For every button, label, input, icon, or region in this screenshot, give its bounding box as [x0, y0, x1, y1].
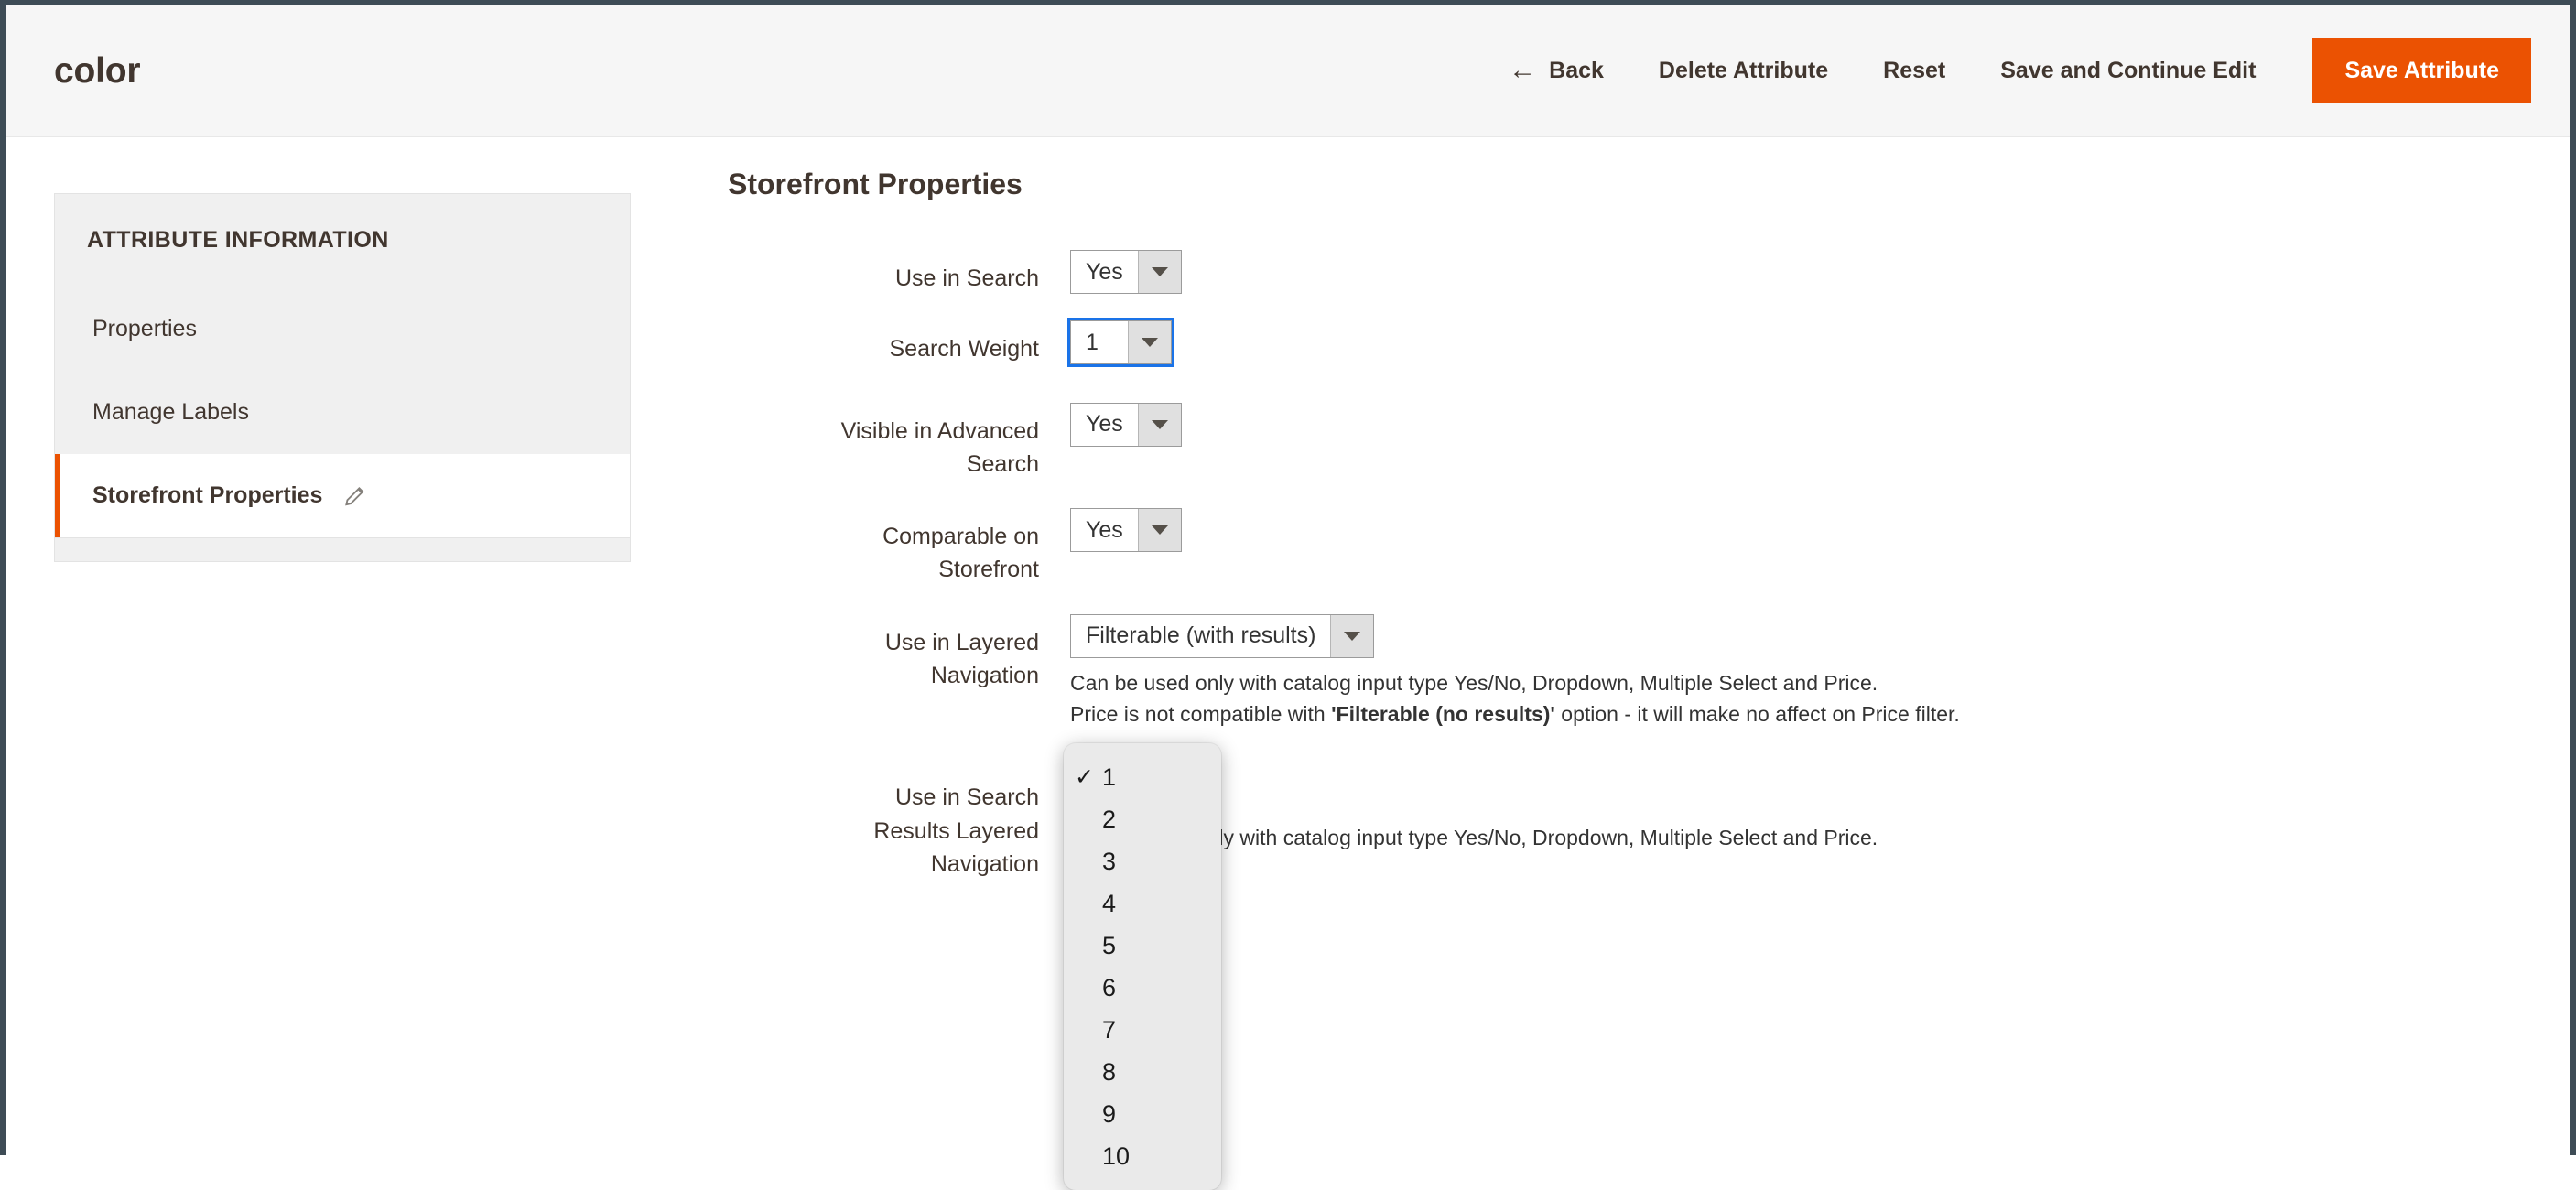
- back-button[interactable]: ← Back: [1498, 45, 1631, 98]
- field-visible-in-advanced-search: Visible in Advanced Search Yes: [728, 402, 2533, 481]
- dropdown-option[interactable]: 7: [1064, 1009, 1221, 1051]
- field-use-in-layered-navigation: Use in Layered Navigation Filterable (wi…: [728, 613, 2533, 731]
- dropdown-option[interactable]: 8: [1064, 1051, 1221, 1093]
- dropdown-option[interactable]: 5: [1064, 925, 1221, 967]
- chevron-down-icon: [1137, 403, 1181, 446]
- page-header: color ← Back Delete Attribute Reset Save…: [6, 5, 2570, 137]
- note-text-bold: 'Filterable (no results)': [1331, 702, 1555, 727]
- chevron-down-icon: [1137, 509, 1181, 551]
- note-text-tail: option - it will make no affect on Price…: [1554, 702, 1960, 727]
- dropdown-option-label: 5: [1102, 931, 1117, 959]
- sidebar-item-label: Storefront Properties: [92, 482, 323, 508]
- section-title: Storefront Properties: [728, 168, 1023, 200]
- page-title: color: [54, 50, 141, 91]
- dropdown-option-label: 2: [1102, 805, 1117, 833]
- field-comparable-on-storefront: Comparable on Storefront Yes: [728, 508, 2533, 587]
- field-label: Search Weight: [889, 336, 1039, 362]
- search-weight-dropdown-list[interactable]: ✓ 1 2 3 4 5 6 7 8 9 10: [1064, 743, 1221, 1190]
- search-weight-select[interactable]: 1: [1067, 318, 1174, 368]
- sidebar-item-label: Properties: [92, 316, 197, 341]
- sidebar-footer: [55, 537, 630, 561]
- chevron-down-icon: [1330, 614, 1374, 657]
- note-text-pre: Price is not compatible with: [1070, 702, 1332, 727]
- content-area: ATTRIBUTE INFORMATION Properties Manage …: [6, 138, 2570, 1190]
- comparable-on-storefront-select[interactable]: Yes: [1070, 508, 1182, 552]
- sidebar-item-label: Manage Labels: [92, 399, 249, 425]
- dropdown-option[interactable]: 6: [1064, 967, 1221, 1009]
- storefront-properties-panel: Storefront Properties Use in Search Yes …: [728, 157, 2533, 888]
- select-value: Yes: [1071, 403, 1138, 446]
- save-attribute-button[interactable]: Save Attribute: [2312, 38, 2531, 103]
- field-search-weight: Search Weight 1: [728, 318, 2533, 368]
- select-value: Yes: [1071, 509, 1138, 551]
- select-value: Yes: [1071, 251, 1138, 293]
- back-button-label: Back: [1549, 58, 1604, 83]
- pencil-icon: [342, 484, 366, 508]
- sidebar-item-properties[interactable]: Properties: [55, 287, 630, 371]
- field-note-line-2: Price is not compatible with 'Filterable…: [1070, 698, 1960, 730]
- dropdown-option[interactable]: 4: [1064, 882, 1221, 925]
- chevron-down-icon: [1128, 321, 1171, 364]
- select-value: 1: [1071, 321, 1128, 364]
- field-label: Visible in Advanced Search: [840, 417, 1039, 477]
- reset-button[interactable]: Reset: [1856, 45, 1973, 97]
- dropdown-option-label: 10: [1102, 1141, 1131, 1170]
- dropdown-option[interactable]: 10: [1064, 1135, 1221, 1177]
- dropdown-option-label: 1: [1102, 763, 1117, 791]
- field-label: Comparable on Storefront: [882, 524, 1039, 583]
- dropdown-option-label: 8: [1102, 1057, 1117, 1086]
- field-use-in-search: Use in Search Yes: [728, 250, 2533, 295]
- dropdown-option-label: 3: [1102, 847, 1117, 875]
- header-actions: ← Back Delete Attribute Reset Save and C…: [1498, 38, 2531, 103]
- field-label: Use in Layered Navigation: [884, 629, 1039, 688]
- dropdown-option[interactable]: 2: [1064, 798, 1221, 840]
- delete-attribute-button[interactable]: Delete Attribute: [1631, 45, 1856, 97]
- chevron-down-icon: [1137, 251, 1181, 293]
- sidebar-item-storefront-properties[interactable]: Storefront Properties: [55, 454, 630, 537]
- dropdown-option-label: 9: [1102, 1099, 1117, 1128]
- field-note: Can be used only with catalog input type…: [1070, 667, 1960, 731]
- attribute-information-sidebar: ATTRIBUTE INFORMATION Properties Manage …: [54, 193, 631, 562]
- sidebar-item-manage-labels[interactable]: Manage Labels: [55, 371, 630, 454]
- dropdown-option-label: 7: [1102, 1015, 1117, 1044]
- arrow-left-icon: ←: [1509, 54, 1537, 85]
- field-label: Use in Search: [894, 265, 1039, 291]
- visible-in-advanced-search-select[interactable]: Yes: [1070, 402, 1182, 447]
- dropdown-option[interactable]: 3: [1064, 840, 1221, 882]
- use-in-search-select[interactable]: Yes: [1070, 250, 1182, 294]
- dropdown-option-label: 6: [1102, 973, 1117, 1001]
- dropdown-option-label: 4: [1102, 889, 1117, 917]
- select-value: Filterable (with results): [1071, 614, 1331, 657]
- field-note-line-1: Can be used only with catalog input type…: [1070, 670, 1878, 695]
- dropdown-option[interactable]: 9: [1064, 1093, 1221, 1135]
- save-and-continue-edit-button[interactable]: Save and Continue Edit: [1973, 45, 2283, 97]
- field-use-in-search-results-layered-navigation: Use in Search Results Layered Navigation…: [728, 769, 2533, 881]
- use-in-layered-navigation-select[interactable]: Filterable (with results): [1070, 613, 1375, 658]
- sidebar-heading: ATTRIBUTE INFORMATION: [55, 194, 630, 287]
- check-icon: ✓: [1075, 764, 1094, 790]
- dropdown-option[interactable]: ✓ 1: [1064, 756, 1221, 798]
- field-label: Use in Search Results Layered Navigation: [873, 784, 1039, 877]
